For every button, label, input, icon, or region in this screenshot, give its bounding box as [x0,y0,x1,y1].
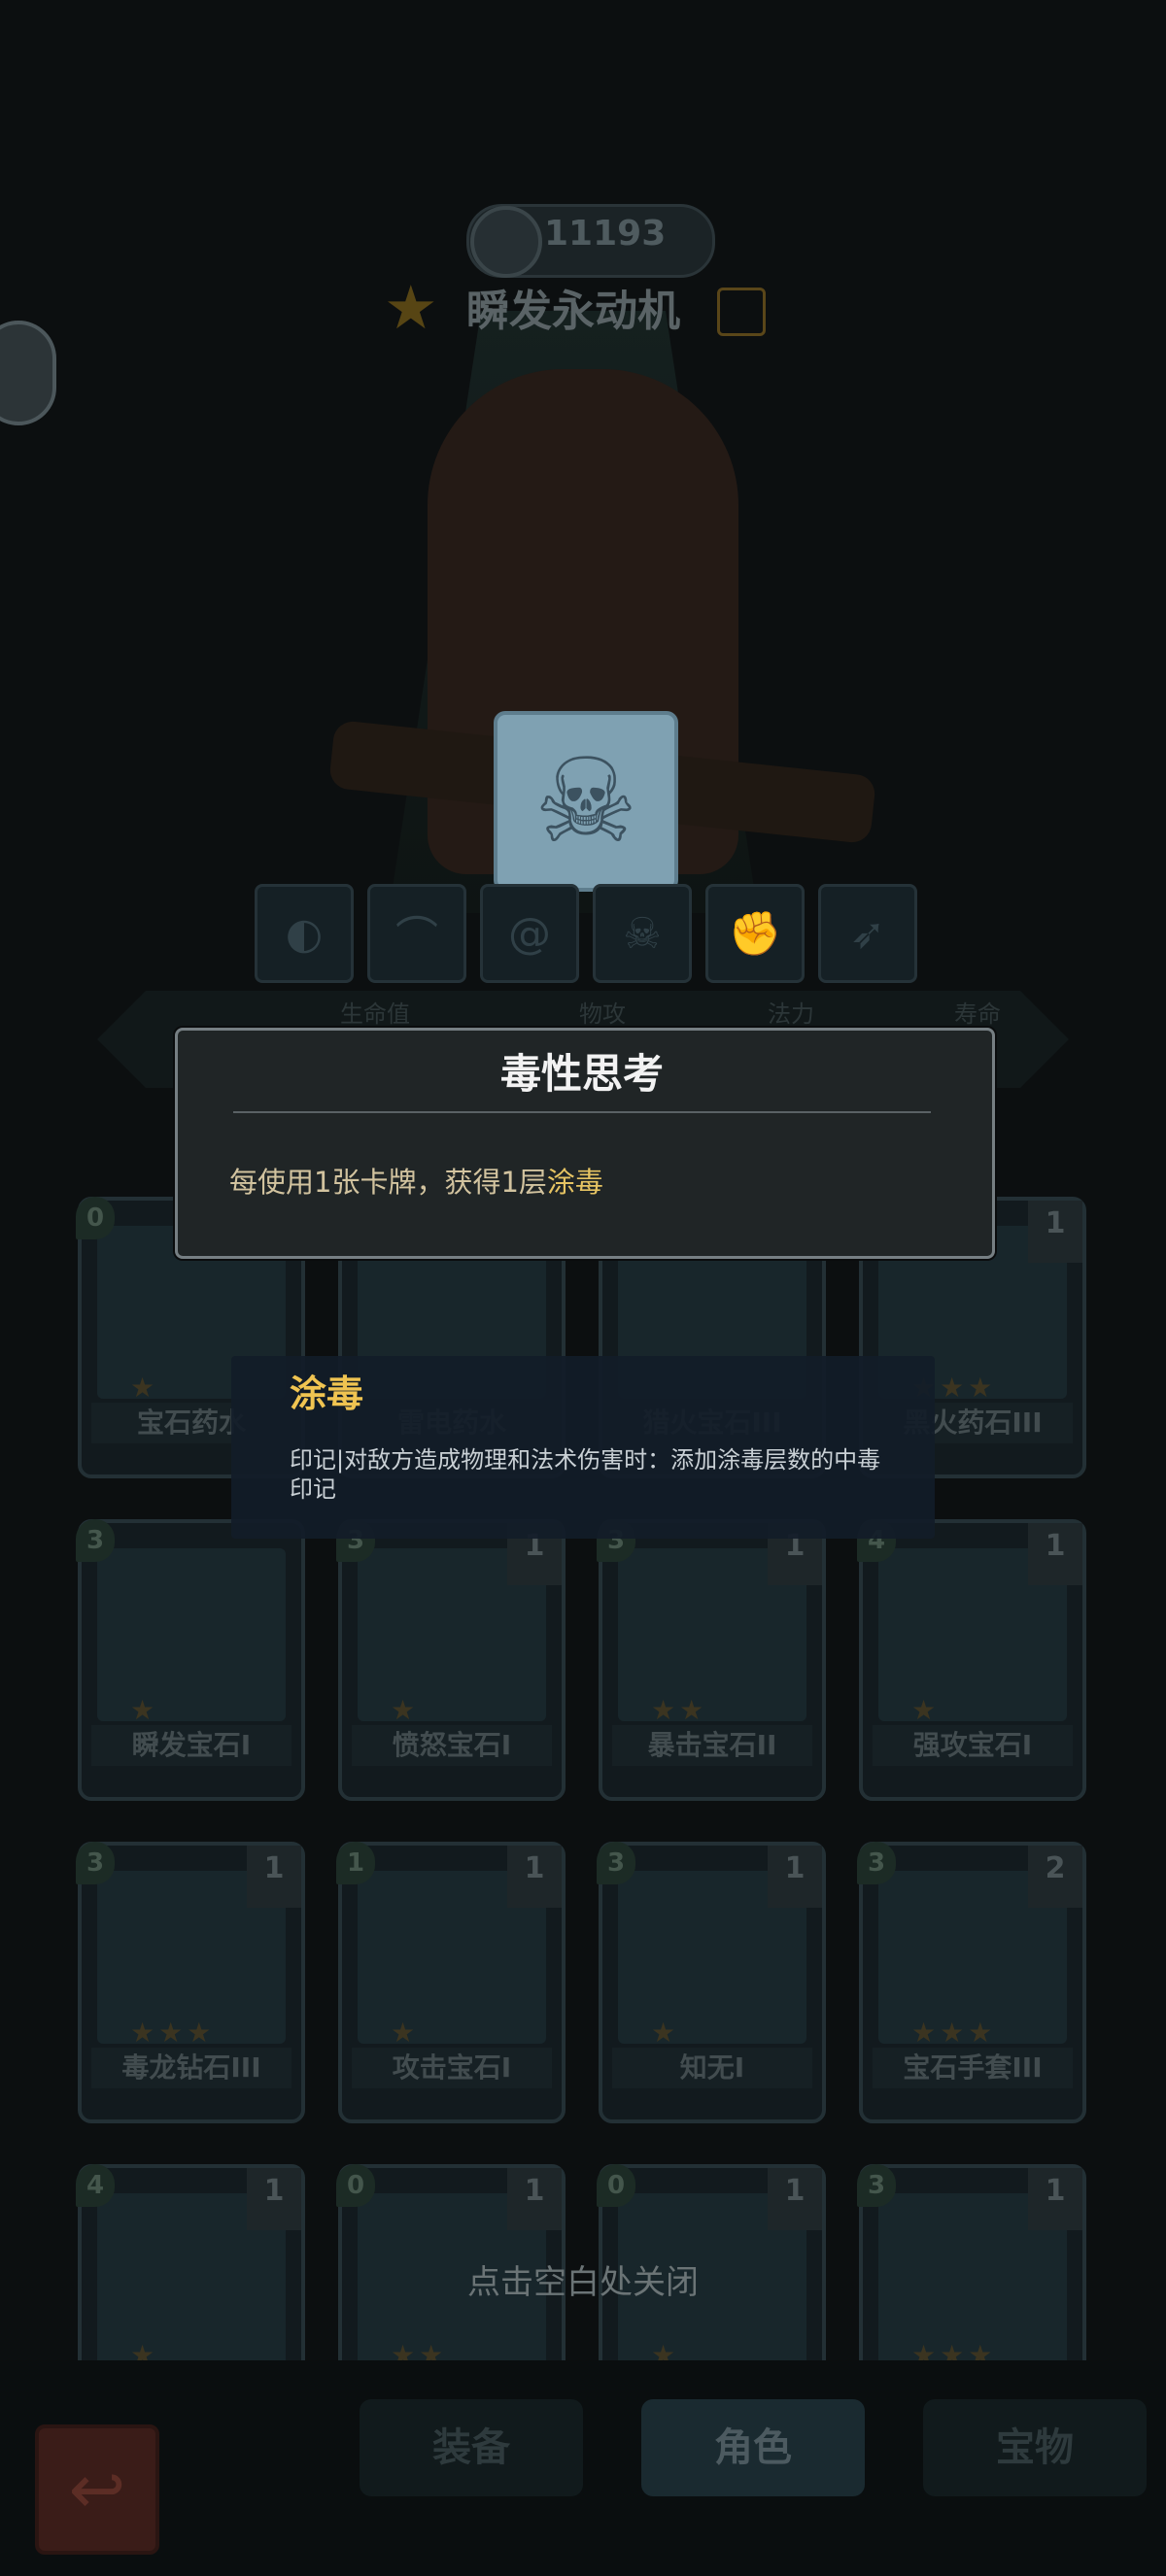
score-value: 11193 [544,214,667,254]
card-item[interactable]: ★★ 暴击宝石II 3 1 [597,1519,826,1801]
card-cost-badge: 3 [76,1519,115,1562]
stat-label-mana: 法力 [768,1000,814,1028]
card-cost-badge: 3 [76,1842,115,1884]
card-name: 愤怒宝石I [352,1725,552,1766]
card-cost-badge: 3 [597,1842,635,1884]
card-stars: ★ [130,1694,159,1726]
stat-label-attack: 物攻 [579,1000,626,1028]
side-avatar-button[interactable] [0,321,56,425]
stat-label-life: 寿命 [954,1000,1001,1028]
card-stars: ★★★ [911,2017,997,2049]
card-level-badge: 1 [507,1846,562,1908]
close-hint[interactable]: 点击空白处关闭 [0,2255,1166,2303]
card-stars: ★ [651,2017,680,2049]
card-cost-badge: 1 [336,1842,375,1884]
card-stars: ★★★ [130,2017,216,2049]
card-name: 暴击宝石II [612,1725,812,1766]
card-name: 瞬发宝石I [91,1725,292,1766]
card-cost-badge: 3 [857,1842,896,1884]
keyword-link[interactable]: 涂毒 [547,1166,603,1199]
skill-slot-skull[interactable]: ☠ [593,884,692,983]
card-name: 宝石手套III [873,2048,1073,2088]
card-level-badge: 1 [1028,2168,1082,2230]
card-stars: ★ [130,1372,159,1404]
skill-slot-mask[interactable]: ◐ [255,884,354,983]
card-cost-badge: 3 [857,2164,896,2207]
card-level-badge: 1 [507,2168,562,2230]
card-level-badge: 2 [1028,1846,1082,1908]
card-item[interactable]: ★ 瞬发宝石I 3 [76,1519,305,1801]
card-item[interactable]: ★ 强攻宝石I 4 1 [857,1519,1086,1801]
skill-slot-feather[interactable]: ➶ [818,884,917,983]
card-level-badge: 1 [247,1846,301,1908]
tooltip-divider [233,1111,931,1113]
card-name: 强攻宝石I [873,1725,1073,1766]
card-cost-badge: 0 [336,2164,375,2207]
card-cost-badge: 0 [597,2164,635,2207]
card-item[interactable]: ★ 愤怒宝石I 3 1 [336,1519,566,1801]
crosshair-icon [470,206,542,278]
card-level-badge: 1 [768,1846,822,1908]
skill-slot-swirl[interactable]: @ [480,884,579,983]
card-stars: ★ [911,1694,941,1726]
card-name: 知无I [612,2048,812,2088]
tab-equipment[interactable]: 装备 [360,2399,583,2496]
skill-slot-fist[interactable]: ✊ [705,884,805,983]
card-stars: ★ [391,1694,420,1726]
skill-tooltip-title: 毒性思考 [499,1050,664,1098]
card-level-badge: 1 [1028,1523,1082,1585]
tab-character[interactable]: 角色 [641,2399,865,2496]
edit-icon[interactable] [717,288,766,336]
return-arrow-icon[interactable]: ↩ [35,2424,159,2555]
skull-icon: ☠ [494,711,678,892]
card-item[interactable]: ★★★ 宝石手套III 3 2 [857,1842,1086,2123]
skill-tooltip-desc: 每使用1张卡牌，获得1层涂毒 [229,1166,603,1199]
card-cost-badge: 4 [76,2164,115,2207]
card-name: 攻击宝石I [352,2048,552,2088]
card-name: 毒龙钻石III [91,2048,292,2088]
skill-slot-bow[interactable]: ⌒ [367,884,466,983]
card-item[interactable]: ★ 知无I 3 1 [597,1842,826,2123]
tab-treasure[interactable]: 宝物 [923,2399,1147,2496]
card-level-badge: 1 [768,2168,822,2230]
character-name: 瞬发永动机 [466,287,680,336]
card-art [97,1548,286,1721]
stat-label-hp: 生命值 [340,1000,410,1028]
keyword-tooltip-desc: 印记|对敌方造成物理和法术伤害时：添加涂毒层数的中毒印记 [290,1446,881,1503]
card-stars: ★★ [651,1694,708,1726]
card-level-badge: 1 [1028,1201,1082,1263]
keyword-tooltip-title: 涂毒 [290,1373,364,1415]
card-level-badge: 1 [247,2168,301,2230]
star-icon: ★ [384,272,438,343]
card-item[interactable]: ★ 攻击宝石I 1 1 [336,1842,566,2123]
card-item[interactable]: ★★★ 毒龙钻石III 3 1 [76,1842,305,2123]
card-stars: ★ [391,2017,420,2049]
card-cost-badge: 0 [76,1197,115,1239]
